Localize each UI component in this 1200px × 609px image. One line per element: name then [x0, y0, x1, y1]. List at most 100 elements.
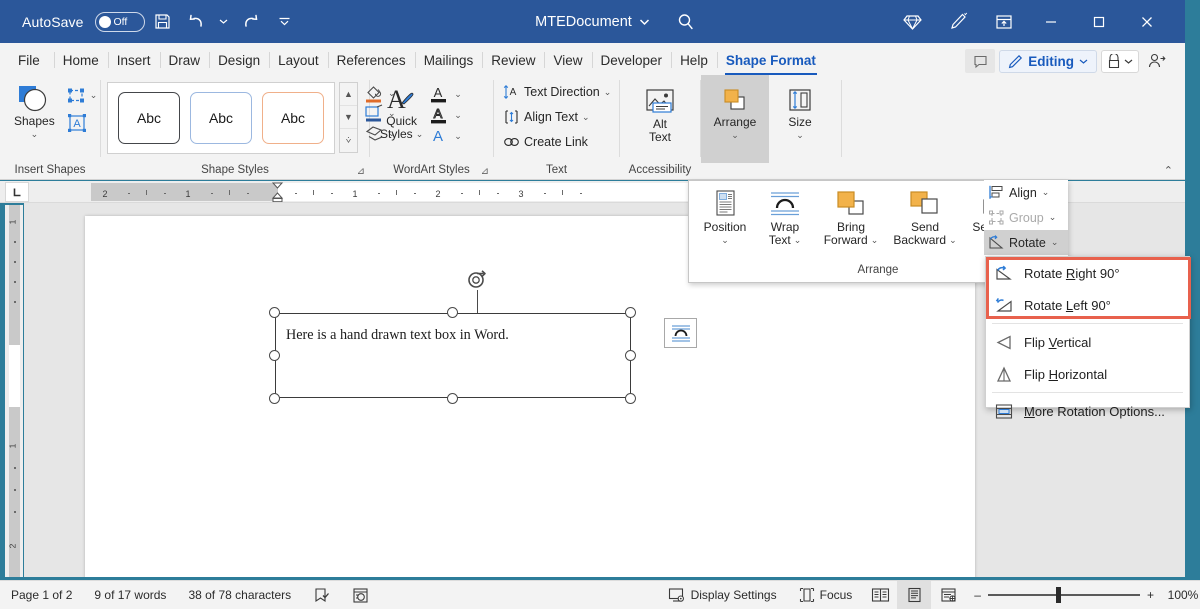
comments-button[interactable]: [965, 49, 995, 73]
edit-shape-chevron-down-icon[interactable]: ⌄: [90, 90, 98, 101]
rotation-handle-icon[interactable]: [465, 268, 489, 292]
text-fill-chevron-down-icon[interactable]: ⌄: [454, 89, 462, 100]
display-settings-button[interactable]: Display Settings: [657, 581, 788, 609]
arrange-dropdown-button[interactable]: Arrange ⌄: [701, 75, 769, 163]
wordart-styles-dialog-box-launcher-icon[interactable]: ⊿: [481, 166, 489, 177]
gallery-more-styles-icon[interactable]: ⩒: [340, 129, 357, 152]
pen-draw-icon[interactable]: [936, 0, 980, 43]
gallery-scroll-down-icon[interactable]: ▼: [340, 106, 357, 129]
text-effects-button[interactable]: A ⌄: [429, 126, 462, 146]
resize-handle-top-left[interactable]: [269, 307, 280, 318]
group-objects-button[interactable]: Group ⌄: [984, 205, 1068, 230]
menu-item-rotate-right-90[interactable]: Rotate Right 90°: [986, 257, 1189, 289]
zoom-in-button[interactable]: +: [1147, 588, 1154, 602]
tab-help[interactable]: Help: [671, 45, 717, 75]
tab-home[interactable]: Home: [54, 45, 108, 75]
edit-shape-button[interactable]: ⌄: [63, 84, 101, 107]
tab-developer[interactable]: Developer: [592, 45, 672, 75]
tab-file[interactable]: File: [0, 45, 54, 75]
save-icon[interactable]: [147, 7, 179, 37]
resize-handle-middle-left[interactable]: [269, 350, 280, 361]
minimize-button[interactable]: [1028, 0, 1074, 43]
resize-handle-middle-right[interactable]: [625, 350, 636, 361]
wrap-text-button[interactable]: Wrap Text ⌄: [755, 187, 815, 247]
arrange-chevron-down-icon[interactable]: ⌄: [731, 129, 739, 142]
gallery-scroll-up-icon[interactable]: ▲: [340, 83, 357, 106]
send-backward-chevron-down-icon[interactable]: ⌄: [949, 234, 957, 247]
menu-item-flip-vertical[interactable]: Flip Vertical: [986, 326, 1189, 358]
undo-dropdown-chevron-down-icon[interactable]: [215, 7, 233, 37]
tab-insert[interactable]: Insert: [108, 45, 160, 75]
shape-style-item[interactable]: Abc: [262, 92, 324, 144]
resize-handle-bottom-left[interactable]: [269, 393, 280, 404]
shape-style-item[interactable]: Abc: [118, 92, 180, 144]
indent-markers-icon[interactable]: [271, 182, 284, 202]
rotate-button[interactable]: Rotate ⌄: [984, 230, 1068, 255]
character-count[interactable]: 38 of 78 characters: [177, 581, 302, 609]
zoom-slider-track[interactable]: [988, 594, 1140, 596]
position-button[interactable]: Position ⌄: [695, 187, 755, 247]
close-button[interactable]: [1124, 0, 1170, 43]
size-chevron-down-icon[interactable]: ⌄: [796, 129, 804, 142]
share-with-people-button[interactable]: [1143, 49, 1171, 73]
align-text-button[interactable]: Align Text ⌄: [500, 107, 593, 127]
tab-view[interactable]: View: [544, 45, 591, 75]
undo-icon[interactable]: [181, 7, 213, 37]
shapes-button[interactable]: Shapes ⌄: [8, 80, 61, 144]
document-title-chevron-down-icon[interactable]: [639, 13, 650, 31]
tab-stop-left-icon[interactable]: [5, 182, 29, 202]
draw-text-box-button[interactable]: A: [63, 111, 101, 135]
text-outline-chevron-down-icon[interactable]: ⌄: [454, 110, 462, 121]
send-backward-button[interactable]: Send Backward ⌄: [887, 187, 963, 247]
layout-options-button[interactable]: [664, 318, 697, 348]
tab-references[interactable]: References: [328, 45, 415, 75]
tab-draw[interactable]: Draw: [160, 45, 210, 75]
selected-text-box[interactable]: Here is a hand drawn text box in Word.: [275, 313, 631, 398]
text-effects-chevron-down-icon[interactable]: ⌄: [454, 131, 462, 142]
share-button[interactable]: [1101, 50, 1139, 73]
customize-quick-access-toolbar-icon[interactable]: [269, 7, 301, 37]
word-count[interactable]: 9 of 17 words: [83, 581, 177, 609]
editing-mode-button[interactable]: Editing: [999, 50, 1097, 73]
resize-handle-bottom-center[interactable]: [447, 393, 458, 404]
align-objects-chevron-down-icon[interactable]: ⌄: [1042, 187, 1050, 198]
text-outline-button[interactable]: A ⌄: [429, 105, 462, 125]
search-input[interactable]: [672, 9, 700, 35]
rotate-chevron-down-icon[interactable]: ⌄: [1051, 237, 1059, 248]
shape-styles-dialog-box-launcher-icon[interactable]: ⊿: [357, 166, 365, 177]
ribbon-display-options-icon[interactable]: [982, 0, 1026, 43]
menu-item-more-rotation-options[interactable]: More Rotation Options...: [986, 395, 1189, 427]
quick-styles-chevron-down-icon[interactable]: ⌄: [416, 128, 424, 141]
tab-design[interactable]: Design: [209, 45, 269, 75]
size-dropdown-button[interactable]: Size ⌄: [769, 75, 831, 145]
zoom-level-label[interactable]: 100%: [1161, 588, 1200, 602]
shapes-chevron-down-icon[interactable]: ⌄: [31, 128, 39, 141]
autosave-toggle[interactable]: Off: [95, 12, 145, 32]
wrap-text-chevron-down-icon[interactable]: ⌄: [794, 234, 802, 247]
document-title[interactable]: MTEDocument: [535, 14, 632, 30]
zoom-out-button[interactable]: –: [974, 588, 981, 602]
tab-shape-format[interactable]: Shape Format: [717, 45, 825, 75]
collapse-ribbon-icon[interactable]: ⌃: [1164, 164, 1173, 177]
align-objects-button[interactable]: Align ⌄: [984, 180, 1068, 205]
diamond-icon[interactable]: [890, 0, 934, 43]
tab-layout[interactable]: Layout: [269, 45, 328, 75]
zoom-slider-thumb[interactable]: [1056, 587, 1061, 603]
quick-styles-button[interactable]: A Quick Styles ⌄: [374, 80, 429, 144]
zoom-slider[interactable]: – + 100%: [965, 588, 1200, 602]
group-objects-chevron-down-icon[interactable]: ⌄: [1049, 212, 1057, 223]
web-layout-view-button[interactable]: [931, 581, 965, 609]
resize-handle-bottom-right[interactable]: [625, 393, 636, 404]
menu-item-rotate-left-90[interactable]: Rotate Left 90°: [986, 289, 1189, 321]
focus-mode-button[interactable]: Focus: [788, 581, 864, 609]
tab-review[interactable]: Review: [482, 45, 544, 75]
position-chevron-down-icon[interactable]: ⌄: [721, 234, 729, 247]
alt-text-button[interactable]: Alt Text: [635, 83, 685, 147]
shape-style-item[interactable]: Abc: [190, 92, 252, 144]
menu-item-flip-horizontal[interactable]: Flip Horizontal: [986, 358, 1189, 390]
shape-styles-gallery[interactable]: Abc Abc Abc: [107, 82, 335, 154]
maximize-button[interactable]: [1076, 0, 1122, 43]
text-direction-button[interactable]: A Text Direction ⌄: [500, 82, 614, 102]
print-layout-view-button[interactable]: [897, 581, 931, 609]
vertical-ruler[interactable]: 1 1 2: [5, 205, 23, 577]
